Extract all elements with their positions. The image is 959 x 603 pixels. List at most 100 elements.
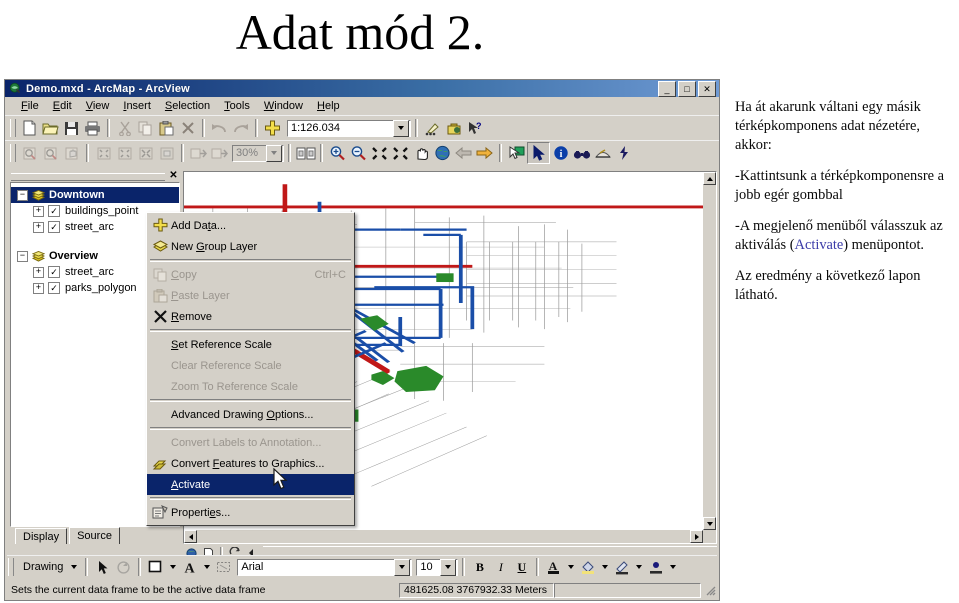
menu-selection[interactable]: Selection — [158, 99, 217, 113]
find-binoculars-icon[interactable] — [571, 143, 592, 163]
line-color-icon[interactable] — [611, 557, 632, 577]
font-color-chevron-down-icon[interactable] — [200, 557, 213, 577]
font-color-icon[interactable]: A — [179, 557, 200, 577]
back-extent-arrow-icon[interactable] — [453, 143, 474, 163]
layer-visibility-checkbox[interactable]: ✓ — [48, 266, 60, 278]
expander-icon-5[interactable]: + — [33, 266, 44, 278]
editor-toolbar-icon[interactable] — [422, 118, 443, 138]
menu-tools[interactable]: Tools — [217, 99, 257, 113]
menu-edit[interactable]: Edit — [46, 99, 79, 113]
menu-view[interactable]: View — [79, 99, 117, 113]
fixed-zoom-out-icon[interactable] — [114, 143, 135, 163]
toolbar-grip[interactable] — [10, 119, 16, 137]
marker-color-chevron-down-icon[interactable] — [666, 557, 679, 577]
text-color-chevron-down-icon[interactable] — [564, 557, 577, 577]
menu-file[interactable]: File — [14, 99, 46, 113]
ctx-item-remove[interactable]: Remove — [147, 306, 354, 327]
ctx-item-activate[interactable]: Activate — [147, 474, 354, 495]
toc-drag-handle[interactable] — [11, 173, 165, 181]
select-arrow-icon[interactable] — [92, 557, 113, 577]
full-extent-globe-icon[interactable] — [432, 143, 453, 163]
zoom-whole-page-icon[interactable] — [135, 143, 156, 163]
font-family-chevron-down-icon[interactable] — [394, 558, 411, 576]
scroll-up-button[interactable] — [703, 172, 716, 185]
zoom-100-icon[interactable] — [156, 143, 177, 163]
layer-visibility-checkbox[interactable]: ✓ — [48, 205, 60, 217]
forward-extent-arrow-icon[interactable] — [474, 143, 495, 163]
font-size-chevron-down-icon[interactable] — [440, 558, 457, 576]
undo-icon[interactable] — [209, 118, 230, 138]
ctx-item-new-group-layer[interactable]: New Group Layer — [147, 236, 354, 257]
resize-grip-icon[interactable] — [703, 583, 717, 597]
print-icon[interactable] — [82, 118, 103, 138]
select-features-icon[interactable] — [506, 143, 527, 163]
italic-button[interactable]: I — [490, 557, 511, 577]
add-data-icon[interactable] — [262, 118, 283, 138]
minimize-button[interactable]: _ — [658, 81, 676, 97]
go-forward-extent-icon[interactable] — [209, 143, 230, 163]
font-family-combo[interactable]: Arial — [237, 558, 413, 576]
hyperlink-lightning-icon[interactable] — [613, 143, 634, 163]
ctx-item-properties[interactable]: Properties... — [147, 502, 354, 523]
toolbar-grip-2[interactable] — [10, 144, 16, 162]
expander-icon-4[interactable]: − — [17, 250, 28, 262]
chevron-down-icon[interactable] — [393, 119, 409, 137]
zoom-out-icon[interactable] — [348, 143, 369, 163]
font-size-combo[interactable]: 10 — [416, 558, 459, 576]
layout-pan-icon[interactable] — [61, 143, 82, 163]
zoom-in-icon[interactable] — [327, 143, 348, 163]
chevron-down-icon-2[interactable] — [266, 144, 282, 162]
open-folder-icon[interactable] — [40, 118, 61, 138]
draw-rectangle-icon[interactable] — [213, 557, 234, 577]
scroll-down-button[interactable] — [703, 517, 716, 530]
ctx-item-clear-reference-scale[interactable]: Clear Reference Scale — [147, 355, 354, 376]
ctx-item-convert-features-to-graphics[interactable]: Convert Features to Graphics... — [147, 453, 354, 474]
underline-button[interactable]: U — [511, 557, 532, 577]
save-icon[interactable] — [61, 118, 82, 138]
marker-color-icon[interactable] — [645, 557, 666, 577]
ctx-item-paste-layer[interactable]: Paste Layer — [147, 285, 354, 306]
layout-zoom-percent-combo[interactable]: 30% — [232, 144, 284, 162]
drawbar-grip[interactable] — [8, 558, 14, 576]
go-back-extent-icon[interactable] — [188, 143, 209, 163]
measure-icon[interactable] — [592, 143, 613, 163]
pan-zoom-out-fixed-icon[interactable] — [390, 143, 411, 163]
line-color-chevron-down-icon[interactable] — [632, 557, 645, 577]
ctx-item-convert-labels-to-annotation[interactable]: Convert Labels to Annotation... — [147, 432, 354, 453]
ctx-item-add-data[interactable]: Add Data... — [147, 215, 354, 236]
text-color-icon[interactable]: A — [543, 557, 564, 577]
ctx-item-copy[interactable]: Copy Ctrl+C — [147, 264, 354, 285]
expander-icon[interactable]: − — [17, 189, 28, 201]
toc-dataframe-downtown[interactable]: − Downtown — [11, 187, 179, 203]
ctx-item-zoom-to-reference-scale[interactable]: Zoom To Reference Scale — [147, 376, 354, 397]
layer-visibility-checkbox[interactable]: ✓ — [48, 221, 60, 233]
fill-bucket-chevron-down-icon[interactable] — [598, 557, 611, 577]
map-vertical-scrollbar[interactable] — [703, 172, 716, 530]
map-scale-combo[interactable]: 1:126.034 — [287, 119, 411, 137]
delete-x-icon[interactable] — [177, 118, 198, 138]
fixed-zoom-in-icon[interactable] — [93, 143, 114, 163]
paste-icon[interactable] — [156, 118, 177, 138]
fill-color-chevron-down-icon[interactable] — [166, 557, 179, 577]
pan-icon[interactable] — [411, 143, 432, 163]
menu-window[interactable]: Window — [257, 99, 310, 113]
ctx-item-advanced-drawing-options[interactable]: Advanced Drawing Options... — [147, 404, 354, 425]
layout-zoom-out-icon[interactable] — [40, 143, 61, 163]
layout-zoom-in-icon[interactable] — [19, 143, 40, 163]
tab-source[interactable]: Source — [69, 527, 120, 544]
bold-button[interactable]: B — [469, 557, 490, 577]
fill-color-icon[interactable] — [145, 557, 166, 577]
rotate-icon[interactable] — [113, 557, 134, 577]
whats-this-help-icon[interactable]: ? — [464, 118, 485, 138]
toc-close-icon[interactable]: ✕ — [167, 171, 180, 182]
close-button[interactable]: ✕ — [698, 81, 716, 97]
redo-icon[interactable] — [230, 118, 251, 138]
pan-zoom-in-fixed-icon[interactable] — [369, 143, 390, 163]
data-frame-context-menu[interactable]: Add Data... New Group Layer Copy Ctrl+C … — [146, 212, 355, 526]
drawing-menu-label[interactable]: Drawing — [17, 561, 67, 573]
arctoolbox-icon[interactable] — [443, 118, 464, 138]
select-elements-icon[interactable] — [527, 142, 550, 164]
drawing-menu-chevron-down-icon[interactable] — [67, 557, 81, 577]
expander-icon-3[interactable]: + — [33, 221, 44, 233]
menu-insert[interactable]: Insert — [116, 99, 158, 113]
